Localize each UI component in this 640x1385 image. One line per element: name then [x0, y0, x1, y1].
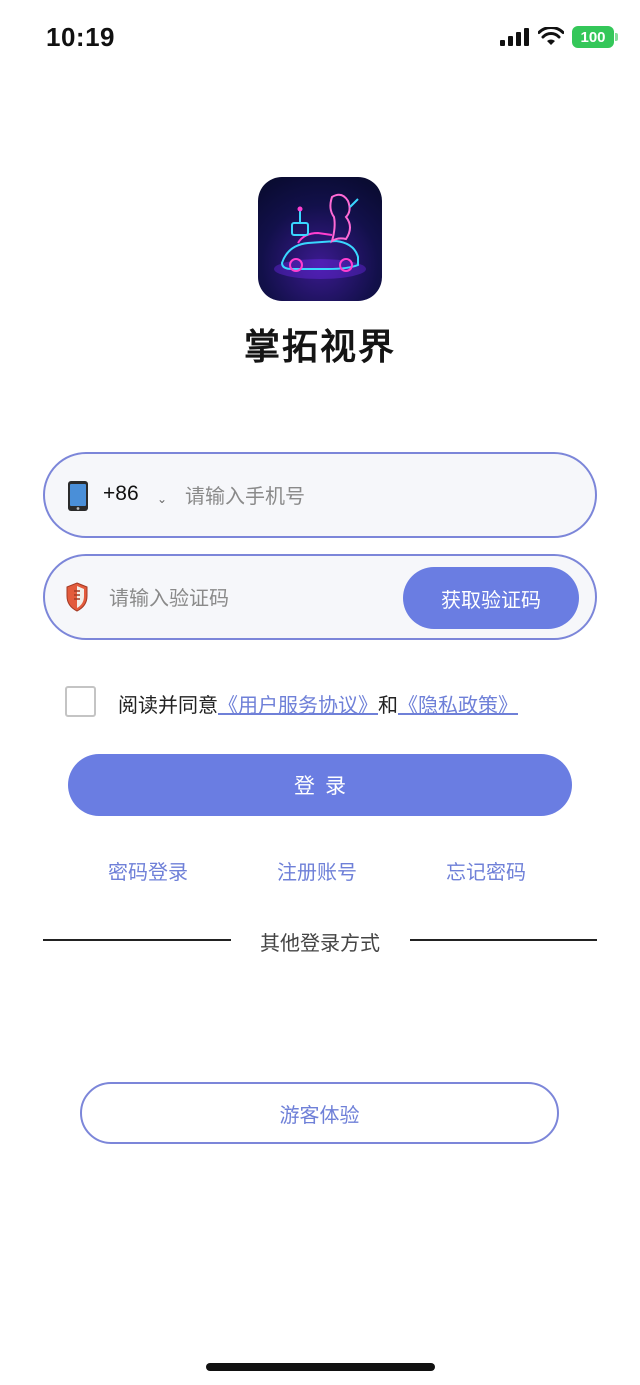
- guest-experience-button[interactable]: 游客体验: [80, 1082, 559, 1144]
- cellular-signal-icon: [500, 28, 529, 46]
- agreement-prefix: 阅读并同意: [118, 693, 218, 717]
- shield-icon: [66, 582, 88, 612]
- agreement-checkbox[interactable]: [65, 686, 96, 717]
- privacy-policy-link[interactable]: 《隐私政策》: [398, 693, 518, 717]
- phone-field[interactable]: +86 ⌄: [43, 452, 597, 538]
- app-name: 掌拓视界: [243, 327, 396, 368]
- phone-icon: [68, 481, 88, 511]
- battery-icon: 100: [572, 26, 618, 48]
- login-button[interactable]: 登录: [68, 754, 572, 816]
- other-login-methods-label: 其他登录方式: [260, 931, 380, 955]
- home-indicator[interactable]: [206, 1363, 435, 1371]
- login-screen: 10:19 100 掌拓视界 +86 ⌄ 请输入手机号 请输入验证码 获取验证码…: [0, 0, 640, 1385]
- phone-input[interactable]: [185, 476, 575, 516]
- wifi-icon: [538, 27, 564, 45]
- verification-code-field[interactable]: 获取验证码: [43, 554, 597, 640]
- terms-of-service-link[interactable]: 《用户服务协议》: [218, 693, 378, 717]
- password-login-link[interactable]: 密码登录: [108, 856, 188, 885]
- get-code-button[interactable]: 获取验证码: [403, 567, 579, 629]
- app-logo: [258, 177, 382, 301]
- verification-code-input[interactable]: [109, 578, 399, 618]
- register-link[interactable]: 注册账号: [277, 856, 357, 885]
- divider-right: [410, 939, 597, 941]
- status-time: 10:19: [46, 22, 115, 52]
- agreement-text: 阅读并同意《用户服务协议》和《隐私政策》: [118, 689, 518, 718]
- status-icons: 100: [500, 26, 618, 48]
- agreement-conjunction: 和: [378, 693, 398, 717]
- country-code-selector[interactable]: +86: [103, 482, 139, 506]
- chevron-down-icon[interactable]: ⌄: [157, 492, 167, 506]
- forgot-password-link[interactable]: 忘记密码: [446, 856, 526, 885]
